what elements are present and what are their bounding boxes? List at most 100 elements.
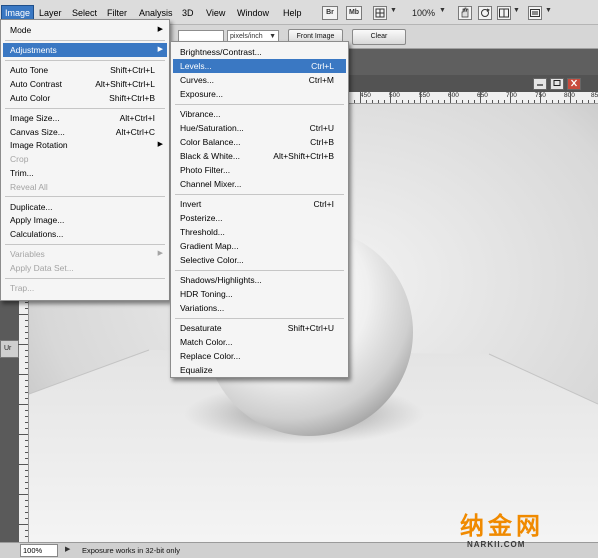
ruler-tick	[564, 100, 565, 103]
view-extras-icon[interactable]	[373, 6, 387, 20]
menu-layer[interactable]: Layer	[36, 6, 65, 20]
menu-item-match-color[interactable]: Match Color...	[173, 335, 346, 349]
menu-analysis[interactable]: Analysis	[136, 6, 176, 20]
ruler-tick	[576, 100, 577, 103]
ruler-tick	[552, 100, 553, 103]
menu-view[interactable]: View	[203, 6, 228, 20]
menu-filter[interactable]: Filter	[104, 6, 130, 20]
clear-button[interactable]: Clear	[352, 29, 406, 45]
menu-window[interactable]: Window	[234, 6, 272, 20]
menu-item-invert[interactable]: Invert Ctrl+I	[173, 197, 346, 211]
menu-item-label: HDR Toning...	[180, 289, 233, 299]
status-info: Exposure works in 32-bit only	[82, 546, 180, 555]
ruler-tick	[25, 482, 28, 483]
ruler-tick	[456, 100, 457, 103]
submenu-arrow-icon: ▶	[157, 250, 163, 258]
chevron-down-icon[interactable]: ▼	[513, 7, 520, 14]
zoom-level[interactable]: 100%	[412, 6, 435, 20]
bridge-icon[interactable]: Br	[322, 6, 338, 20]
menu-item-auto-contrast[interactable]: Auto Contrast Alt+Shift+Ctrl+L	[3, 77, 167, 91]
menu-item-image-rotation[interactable]: Image Rotation ▶	[3, 138, 167, 152]
menu-item-selective-color[interactable]: Selective Color...	[173, 253, 346, 267]
status-menu-icon[interactable]: ▶	[65, 545, 70, 553]
menu-item-calculations[interactable]: Calculations...	[3, 227, 167, 241]
menu-item-adjustments[interactable]: Adjustments ▶	[3, 43, 167, 58]
ruler-label: 700	[506, 92, 517, 99]
document-tab[interactable]: Ur	[0, 340, 19, 358]
menu-item-hdr-toning[interactable]: HDR Toning...	[173, 287, 346, 301]
menu-item-shortcut: Ctrl+M	[308, 75, 334, 85]
submenu-arrow-icon: ▶	[157, 26, 163, 33]
menu-item-label: Image Size...	[10, 113, 60, 123]
menu-item-gradient-map[interactable]: Gradient Map...	[173, 239, 346, 253]
menu-item-mode[interactable]: Mode ▶	[3, 23, 167, 37]
ruler-tick	[402, 100, 403, 103]
chevron-down-icon[interactable]: ▼	[390, 7, 397, 14]
menu-item-image-size[interactable]: Image Size... Alt+Ctrl+I	[3, 111, 167, 125]
menu-item-curves[interactable]: Curves... Ctrl+M	[173, 73, 346, 87]
ruler-tick	[25, 362, 28, 363]
menu-item-canvas-size[interactable]: Canvas Size... Alt+Ctrl+C	[3, 125, 167, 139]
menu-item-levels[interactable]: Levels... Ctrl+L	[173, 59, 346, 73]
menu-item-label: Desaturate	[180, 323, 222, 333]
ruler-tick	[18, 404, 28, 405]
menu-item-shortcut: Alt+Ctrl+C	[115, 126, 155, 137]
menu-item-threshold[interactable]: Threshold...	[173, 225, 346, 239]
menu-item-channel-mixer[interactable]: Channel Mixer...	[173, 177, 346, 191]
chevron-down-icon[interactable]: ▼	[439, 7, 446, 14]
menu-item-photo-filter[interactable]: Photo Filter...	[173, 163, 346, 177]
ruler-tick	[432, 100, 433, 103]
hand-tool-icon[interactable]	[458, 6, 472, 20]
menu-item-trim[interactable]: Trim...	[3, 166, 167, 180]
menu-item-duplicate[interactable]: Duplicate...	[3, 200, 167, 214]
menu-item-label: Black & White...	[180, 151, 240, 161]
menu-item-desaturate[interactable]: Desaturate Shift+Ctrl+U	[173, 321, 346, 335]
rotate-icon	[481, 8, 490, 17]
ruler-label: 850	[591, 92, 598, 99]
menu-item-equalize[interactable]: Equalize	[173, 363, 346, 377]
rotate-view-icon[interactable]	[478, 6, 492, 20]
menu-item-variations[interactable]: Variations...	[173, 301, 346, 315]
menu-item-auto-color[interactable]: Auto Color Shift+Ctrl+B	[3, 91, 167, 105]
menu-item-apply-image[interactable]: Apply Image...	[3, 213, 167, 227]
menu-item-replace-color[interactable]: Replace Color...	[173, 349, 346, 363]
menu-item-label: Equalize	[180, 365, 213, 375]
menu-item-label: Mode	[10, 25, 32, 35]
menu-item-black-white[interactable]: Black & White... Alt+Shift+Ctrl+B	[173, 149, 346, 163]
ruler-tick	[468, 100, 469, 103]
ruler-tick	[25, 338, 28, 339]
ruler-tick	[25, 440, 28, 441]
screen-mode-icon[interactable]	[528, 6, 542, 20]
menu-3d[interactable]: 3D	[179, 6, 197, 20]
menu-item-label: Threshold...	[180, 227, 225, 237]
maximize-button[interactable]	[550, 78, 564, 90]
menu-item-shortcut: Alt+Shift+Ctrl+B	[273, 151, 334, 161]
menu-item-posterize[interactable]: Posterize...	[173, 211, 346, 225]
screen-icon	[530, 9, 540, 17]
menu-item-brightness-contrast[interactable]: Brightness/Contrast...	[173, 45, 346, 59]
hand-icon	[461, 7, 469, 18]
menu-separator	[5, 39, 165, 41]
ruler-tick	[25, 530, 28, 531]
chevron-down-icon[interactable]: ▼	[545, 7, 552, 14]
menu-help[interactable]: Help	[280, 6, 305, 20]
menu-select[interactable]: Select	[69, 6, 100, 20]
menu-item-label: Auto Tone	[10, 65, 49, 76]
menu-item-color-balance[interactable]: Color Balance... Ctrl+B	[173, 135, 346, 149]
menu-item-hue-saturation[interactable]: Hue/Saturation... Ctrl+U	[173, 121, 346, 135]
status-zoom-field[interactable]: 100%	[20, 544, 58, 557]
menu-item-auto-tone[interactable]: Auto Tone Shift+Ctrl+L	[3, 63, 167, 77]
menu-item-label: Channel Mixer...	[180, 179, 242, 189]
menu-item-label: Color Balance...	[180, 137, 241, 147]
ruler-tick	[25, 536, 28, 537]
menu-item-exposure[interactable]: Exposure...	[173, 87, 346, 101]
close-button[interactable]	[567, 78, 581, 90]
arrange-documents-icon[interactable]	[497, 6, 511, 20]
ruler-tick	[516, 100, 517, 103]
ruler-tick	[25, 500, 28, 501]
mini-bridge-icon[interactable]: Mb	[346, 6, 362, 20]
minimize-button[interactable]	[533, 78, 547, 90]
ruler-tick	[378, 100, 379, 103]
menu-item-shadows-highlights[interactable]: Shadows/Highlights...	[173, 273, 346, 287]
menu-item-vibrance[interactable]: Vibrance...	[173, 107, 346, 121]
